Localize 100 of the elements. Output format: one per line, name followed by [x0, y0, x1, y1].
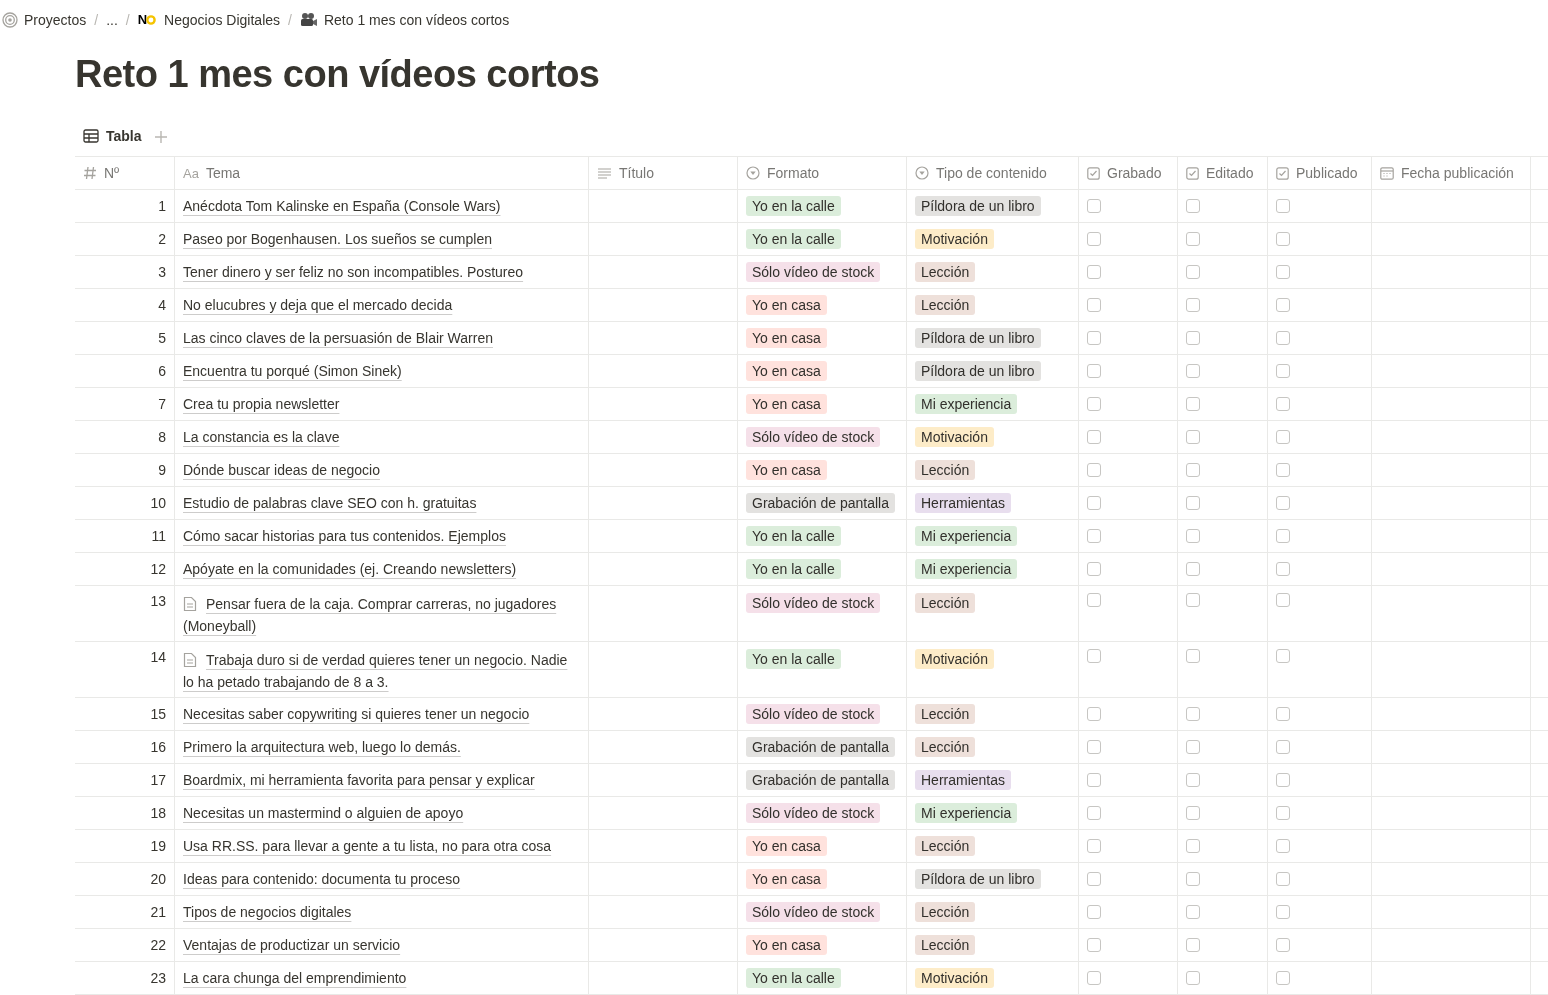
column-header[interactable]: Editado	[1178, 157, 1268, 189]
add-view-icon[interactable]	[153, 130, 168, 144]
checkbox[interactable]	[1276, 905, 1290, 919]
checkbox[interactable]	[1276, 707, 1290, 721]
checkbox[interactable]	[1087, 773, 1101, 787]
column-header[interactable]: Fecha publicación	[1372, 157, 1531, 189]
topic-link[interactable]: Necesitas saber copywriting si quieres tener un negocio	[183, 703, 580, 725]
checkbox[interactable]	[1186, 740, 1200, 754]
checkbox[interactable]	[1087, 496, 1101, 510]
checkbox[interactable]	[1087, 649, 1101, 663]
checkbox[interactable]	[1186, 232, 1200, 246]
checkbox[interactable]	[1087, 265, 1101, 279]
checkbox[interactable]	[1087, 707, 1101, 721]
checkbox[interactable]	[1087, 562, 1101, 576]
checkbox[interactable]	[1276, 806, 1290, 820]
checkbox[interactable]	[1276, 199, 1290, 213]
checkbox[interactable]	[1276, 496, 1290, 510]
topic-link[interactable]: Apóyate en la comunidades (ej. Creando newsletters)	[183, 558, 580, 580]
topic-link[interactable]: Pensar fuera de la caja. Comprar carreras, no jugadores (Moneyball)	[183, 593, 580, 637]
topic-link[interactable]: Paseo por Bogenhausen. Los sueños se cumplen	[183, 228, 580, 250]
column-header[interactable]: Título	[589, 157, 738, 189]
checkbox[interactable]	[1186, 529, 1200, 543]
checkbox[interactable]	[1276, 232, 1290, 246]
topic-link[interactable]: Usa RR.SS. para llevar a gente a tu lista, no para otra cosa	[183, 835, 580, 857]
checkbox[interactable]	[1087, 430, 1101, 444]
topic-link[interactable]: Tipos de negocios digitales	[183, 901, 580, 923]
checkbox[interactable]	[1186, 199, 1200, 213]
checkbox[interactable]	[1087, 397, 1101, 411]
topic-link[interactable]: Ventajas de productizar un servicio	[183, 934, 580, 956]
checkbox[interactable]	[1276, 740, 1290, 754]
breadcrumb-ellipsis[interactable]: ...	[106, 11, 118, 28]
checkbox[interactable]	[1276, 364, 1290, 378]
topic-link[interactable]: Tener dinero y ser feliz no son incompatibles. Postureo	[183, 261, 580, 283]
checkbox[interactable]	[1087, 364, 1101, 378]
checkbox[interactable]	[1276, 430, 1290, 444]
checkbox[interactable]	[1276, 298, 1290, 312]
topic-link[interactable]: Anécdota Tom Kalinske en España (Console Wars)	[183, 195, 580, 217]
topic-link[interactable]: Cómo sacar historias para tus contenidos. Ejemplos	[183, 525, 580, 547]
checkbox[interactable]	[1186, 773, 1200, 787]
checkbox[interactable]	[1087, 463, 1101, 477]
topic-link[interactable]: La cara chunga del emprendimiento	[183, 967, 580, 989]
checkbox[interactable]	[1087, 905, 1101, 919]
checkbox[interactable]	[1087, 872, 1101, 886]
checkbox[interactable]	[1186, 298, 1200, 312]
checkbox[interactable]	[1276, 265, 1290, 279]
checkbox[interactable]	[1186, 938, 1200, 952]
topic-link[interactable]: Ideas para contenido: documenta tu proceso	[183, 868, 580, 890]
topic-link[interactable]: Primero la arquitectura web, luego lo demás.	[183, 736, 580, 758]
column-header[interactable]: Aa Tema	[175, 157, 589, 189]
checkbox[interactable]	[1087, 298, 1101, 312]
column-header[interactable]: Nº	[75, 157, 175, 189]
topic-link[interactable]: Crea tu propia newsletter	[183, 393, 580, 415]
checkbox[interactable]	[1276, 839, 1290, 853]
checkbox[interactable]	[1276, 593, 1290, 607]
checkbox[interactable]	[1186, 496, 1200, 510]
topic-link[interactable]: Dónde buscar ideas de negocio	[183, 459, 580, 481]
checkbox[interactable]	[1186, 707, 1200, 721]
checkbox[interactable]	[1186, 265, 1200, 279]
checkbox[interactable]	[1186, 839, 1200, 853]
column-header[interactable]: Publicado	[1268, 157, 1372, 189]
checkbox[interactable]	[1087, 199, 1101, 213]
checkbox[interactable]	[1087, 971, 1101, 985]
checkbox[interactable]	[1087, 806, 1101, 820]
column-header[interactable]: Tipo de contenido	[907, 157, 1079, 189]
checkbox[interactable]	[1276, 649, 1290, 663]
checkbox[interactable]	[1276, 773, 1290, 787]
checkbox[interactable]	[1087, 740, 1101, 754]
checkbox[interactable]	[1276, 872, 1290, 886]
checkbox[interactable]	[1186, 971, 1200, 985]
checkbox[interactable]	[1186, 397, 1200, 411]
checkbox[interactable]	[1186, 806, 1200, 820]
breadcrumb-link[interactable]: Proyectos	[2, 11, 87, 28]
topic-link[interactable]: Las cinco claves de la persuasión de Blair Warren	[183, 327, 580, 349]
topic-link[interactable]: Estudio de palabras clave SEO con h. gratuitas	[183, 492, 580, 514]
checkbox[interactable]	[1186, 905, 1200, 919]
topic-link[interactable]: Encuentra tu porqué (Simon Sinek)	[183, 360, 580, 382]
checkbox[interactable]	[1087, 839, 1101, 853]
checkbox[interactable]	[1186, 562, 1200, 576]
breadcrumb-link[interactable]: Negocios Digitales	[164, 11, 281, 28]
breadcrumb-link[interactable]: Reto 1 mes con vídeos cortos	[299, 11, 510, 28]
topic-link[interactable]: Boardmix, mi herramienta favorita para pensar y explicar	[183, 769, 580, 791]
checkbox[interactable]	[1186, 430, 1200, 444]
topic-link[interactable]: No elucubres y deja que el mercado decida	[183, 294, 580, 316]
checkbox[interactable]	[1186, 593, 1200, 607]
checkbox[interactable]	[1087, 593, 1101, 607]
checkbox[interactable]	[1186, 872, 1200, 886]
checkbox[interactable]	[1087, 529, 1101, 543]
checkbox[interactable]	[1186, 364, 1200, 378]
topic-link[interactable]: Necesitas un mastermind o alguien de apoyo	[183, 802, 580, 824]
checkbox[interactable]	[1276, 331, 1290, 345]
checkbox[interactable]	[1186, 331, 1200, 345]
checkbox[interactable]	[1276, 938, 1290, 952]
checkbox[interactable]	[1276, 562, 1290, 576]
checkbox[interactable]	[1087, 331, 1101, 345]
topic-link[interactable]: Trabaja duro si de verdad quieres tener un negocio. Nadie lo ha petado trabajando de 8 a 3.	[183, 649, 580, 693]
checkbox[interactable]	[1186, 649, 1200, 663]
checkbox[interactable]	[1186, 463, 1200, 477]
view-tab[interactable]: Tabla	[83, 128, 142, 146]
checkbox[interactable]	[1276, 971, 1290, 985]
checkbox[interactable]	[1276, 529, 1290, 543]
